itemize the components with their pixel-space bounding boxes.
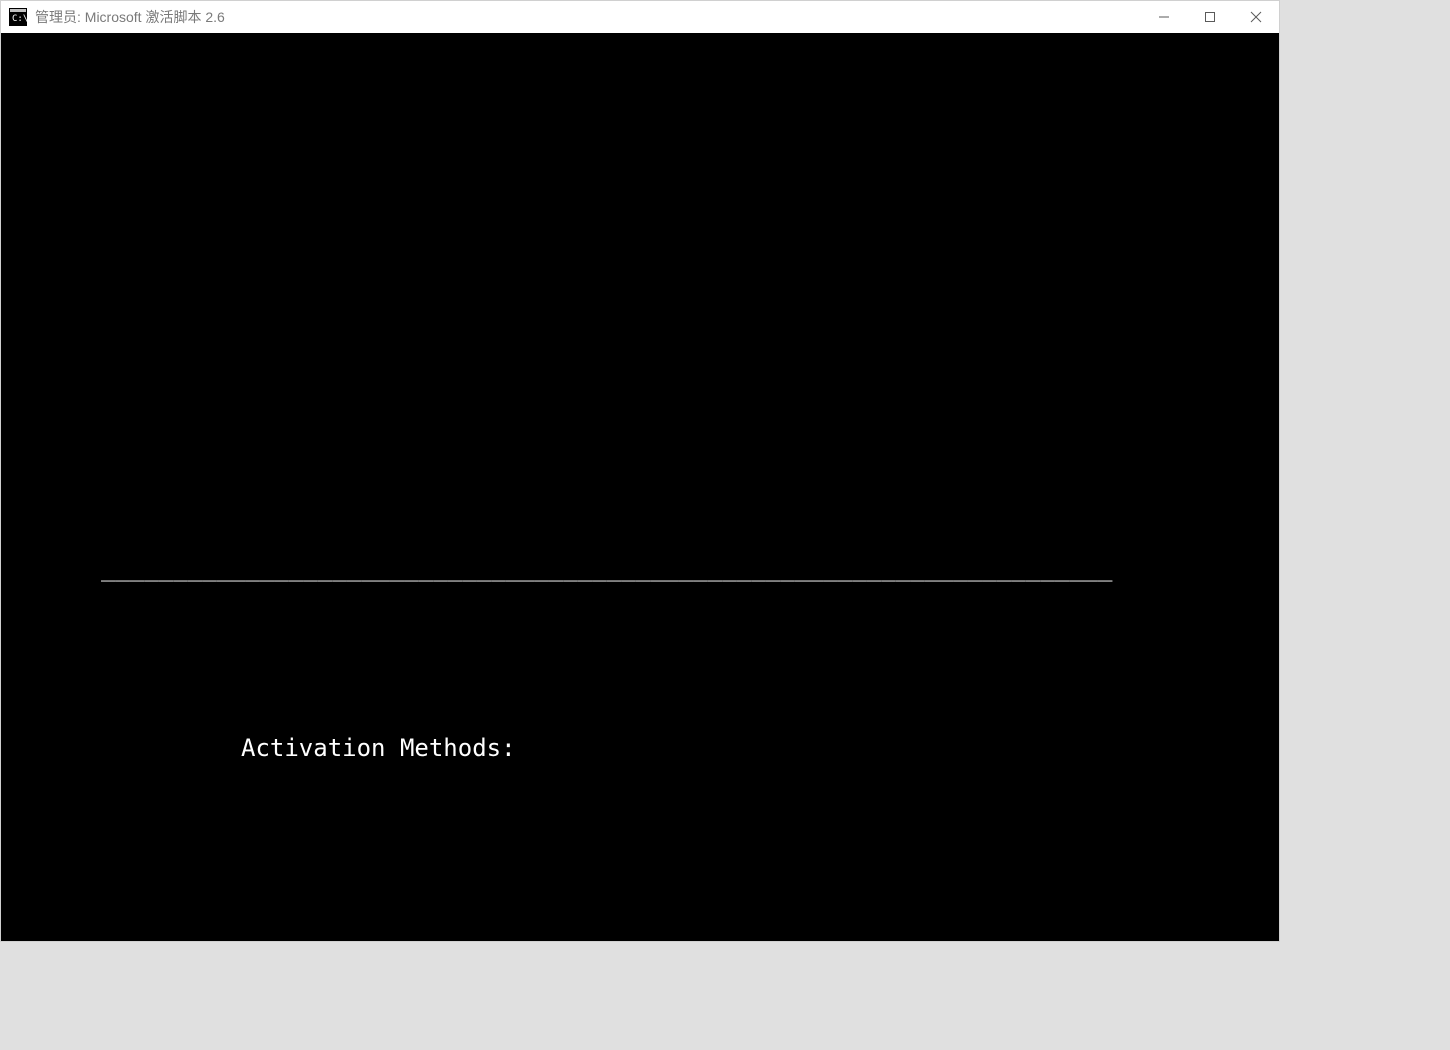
cmd-window: C:\ 管理员: Microsoft 激活脚本 2.6 ____________… xyxy=(0,0,1280,942)
blank-line xyxy=(1,373,1279,403)
close-icon xyxy=(1250,11,1262,23)
outer-hr-top: ________________________________________… xyxy=(1,553,1279,583)
maximize-button[interactable] xyxy=(1187,1,1233,33)
minimize-icon xyxy=(1158,11,1170,23)
blank-line xyxy=(1,283,1279,313)
maximize-icon xyxy=(1204,11,1216,23)
cmd-icon: C:\ xyxy=(9,8,27,26)
svg-text:C:\: C:\ xyxy=(12,14,27,24)
window-title: 管理员: Microsoft 激活脚本 2.6 xyxy=(35,7,225,27)
blank-line xyxy=(1,463,1279,493)
section-title: Activation Methods: xyxy=(1,733,1279,763)
blank-line xyxy=(1,643,1279,673)
blank-line xyxy=(1,823,1279,853)
blank-line xyxy=(1,103,1279,133)
titlebar[interactable]: C:\ 管理员: Microsoft 激活脚本 2.6 xyxy=(1,1,1279,33)
blank-line xyxy=(1,193,1279,223)
terminal-body[interactable]: ________________________________________… xyxy=(1,33,1279,941)
minimize-button[interactable] xyxy=(1141,1,1187,33)
window-controls xyxy=(1141,1,1279,33)
close-button[interactable] xyxy=(1233,1,1279,33)
